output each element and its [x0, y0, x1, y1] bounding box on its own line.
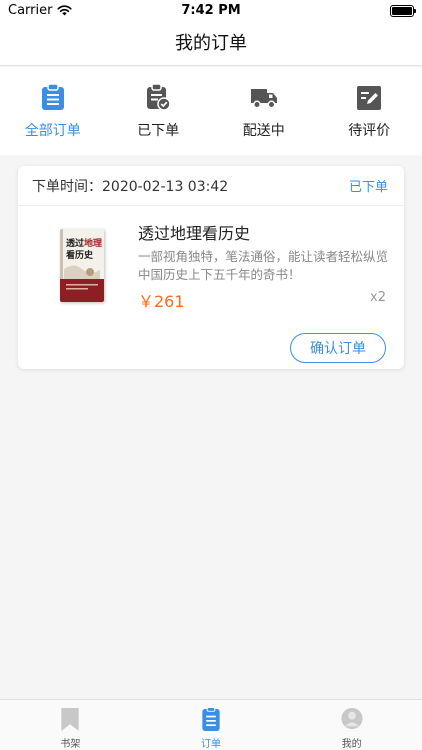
clipboard-check-icon [147, 83, 171, 111]
order-time-value: 2020-02-13 03:42 [102, 178, 229, 195]
svg-text:地理: 地理 [84, 237, 102, 249]
tab-label: 配送中 [242, 123, 285, 139]
clipboard-list-icon [41, 83, 64, 110]
order-item[interactable]: 透过 地理 看历史 透过地理看历史 一部视角独特，笔法通俗，能让读者轻松纵览中国… [18, 206, 404, 368]
truck-icon [250, 89, 277, 109]
battery-icon [390, 5, 416, 17]
book-price: ￥261 [138, 292, 185, 311]
book-quantity: x2 [370, 290, 386, 305]
svg-text:看历史: 看历史 [66, 249, 94, 261]
bottom-tab-bar: 书架 订单 我的 [0, 699, 422, 750]
bottom-tab-label: 我的 [341, 739, 362, 750]
tab-ordered[interactable]: 已下单 [106, 67, 212, 155]
book-description: 一部视角独特，笔法通俗，能让读者轻松纵览中国历史上下五千年的奇书！ [138, 249, 389, 282]
book-cover-image: 透过 地理 看历史 [60, 229, 104, 302]
order-status: 已下单 [348, 180, 388, 195]
edit-icon [357, 86, 382, 110]
bottom-tab-orders[interactable]: 订单 [141, 700, 282, 750]
page-title: 我的订单 [0, 22, 422, 66]
bookmark-icon [61, 707, 79, 732]
status-time: 7:42 PM [181, 3, 241, 18]
order-list-icon [202, 707, 220, 732]
bottom-tab-bookshelf[interactable]: 书架 [0, 700, 141, 750]
tab-delivering[interactable]: 配送中 [211, 67, 317, 155]
profile-icon [341, 707, 363, 730]
bottom-tab-profile[interactable]: 我的 [281, 700, 422, 750]
order-time: 下单时间：2020-02-13 03:42 [32, 176, 228, 196]
tab-label: 全部订单 [24, 123, 81, 139]
order-header: 下单时间：2020-02-13 03:42 已下单 [18, 166, 404, 206]
tab-to-review[interactable]: 待评价 [317, 67, 422, 155]
confirm-order-button[interactable]: 确认订单 [290, 333, 386, 363]
book-title: 透过地理看历史 [138, 224, 251, 243]
order-card: 下单时间：2020-02-13 03:42 已下单 透过 地理 看历史 透过地理… [18, 166, 404, 369]
tab-label: 已下单 [137, 123, 180, 139]
bottom-tab-label: 订单 [201, 739, 221, 750]
order-status-tabs: 全部订单 已下单 配送中 待评价 [0, 67, 422, 155]
tab-label: 待评价 [348, 123, 391, 139]
svg-text:透过: 透过 [66, 237, 84, 249]
order-time-label: 下单时间： [32, 178, 102, 195]
bottom-tab-label: 书架 [60, 739, 81, 750]
status-bar: Carrier 7:42 PM [0, 0, 422, 22]
tab-all-orders[interactable]: 全部订单 [0, 67, 106, 155]
